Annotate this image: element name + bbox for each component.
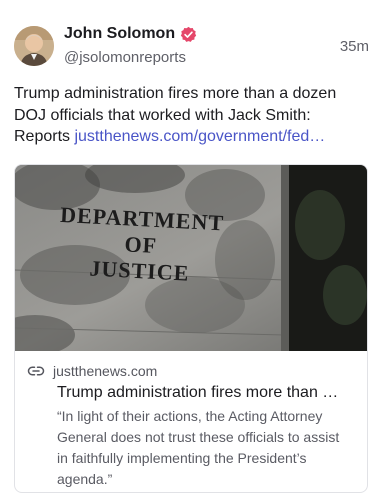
- card-meta: justthenews.com Trump administration fir…: [15, 351, 367, 490]
- author-name-row[interactable]: John Solomon: [64, 24, 197, 44]
- author-display-name[interactable]: John Solomon: [64, 24, 175, 44]
- card-title[interactable]: Trump administration fires more than …: [27, 382, 355, 403]
- post-text: Trump administration fires more than a d…: [14, 83, 370, 148]
- author-handle[interactable]: @jsolomonreports: [64, 48, 197, 68]
- verified-badge-icon: [180, 26, 197, 42]
- link-preview-card[interactable]: DEPARTMENT OF JUSTICE justthenews.com Tr…: [14, 164, 368, 493]
- card-description: “In light of their actions, the Acting A…: [57, 408, 340, 487]
- author-block: John Solomon @jsolomonreports: [64, 24, 197, 68]
- post-link[interactable]: justthenews.com/government/fed…: [74, 128, 325, 145]
- avatar-photo-icon: [14, 26, 54, 66]
- card-domain: justthenews.com: [53, 363, 158, 379]
- post-header: John Solomon @jsolomonreports 35m: [14, 24, 369, 74]
- doj-sign-text: DEPARTMENT OF JUSTICE: [39, 201, 243, 289]
- avatar[interactable]: [14, 26, 54, 66]
- link-icon: [27, 366, 45, 376]
- card-image: DEPARTMENT OF JUSTICE: [15, 165, 367, 351]
- post[interactable]: John Solomon @jsolomonreports 35m Trump …: [0, 0, 383, 500]
- card-domain-row: justthenews.com: [27, 361, 355, 381]
- post-timestamp[interactable]: 35m: [340, 38, 369, 55]
